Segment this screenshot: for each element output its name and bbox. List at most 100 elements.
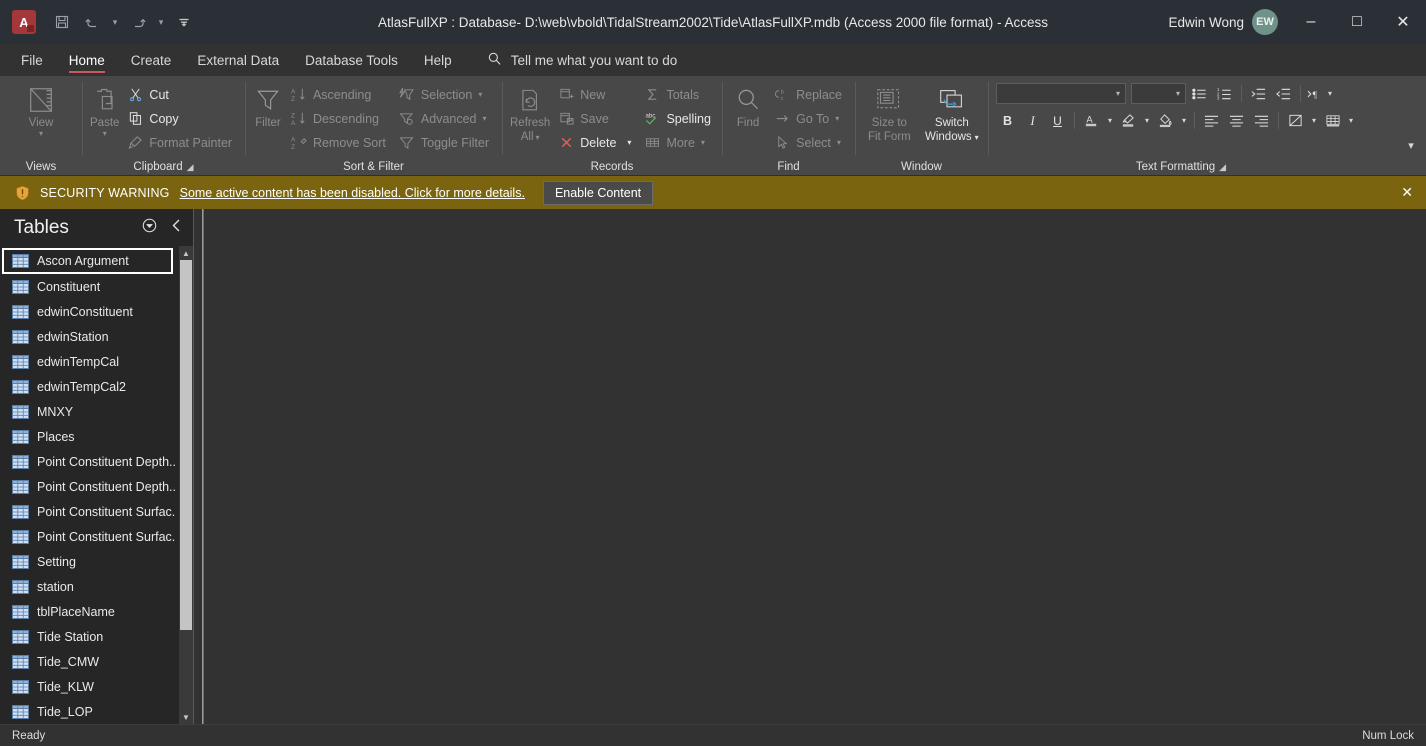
avatar[interactable]: EW bbox=[1252, 9, 1278, 35]
enable-content-button[interactable]: Enable Content bbox=[542, 180, 654, 205]
font-color-icon[interactable]: A bbox=[1080, 109, 1103, 132]
scrollbar-track[interactable] bbox=[179, 260, 193, 710]
highlight-color-dropdown-icon[interactable]: ▾ bbox=[1142, 116, 1152, 125]
close-button[interactable]: ✕ bbox=[1380, 0, 1426, 44]
list-item[interactable]: Setting bbox=[0, 549, 175, 574]
text-direction-icon[interactable]: ¶ bbox=[1306, 82, 1323, 105]
navigation-pane-scrollbar[interactable]: ▲ ▼ bbox=[179, 246, 193, 724]
workspace-area[interactable] bbox=[203, 209, 1426, 724]
list-item[interactable]: Point Constituent Depth... bbox=[0, 449, 175, 474]
numbered-list-icon[interactable]: 1 2 3 bbox=[1213, 82, 1236, 105]
go-to-button[interactable]: Go To ▾ bbox=[768, 107, 847, 130]
font-name-combo[interactable]: ▾ bbox=[996, 83, 1126, 104]
format-painter-button[interactable]: Format Painter bbox=[121, 131, 237, 154]
scroll-down-arrow[interactable]: ▼ bbox=[179, 710, 193, 724]
bold-button[interactable]: B bbox=[996, 109, 1019, 132]
more-button[interactable]: More ▾ bbox=[638, 131, 715, 154]
gridlines-icon[interactable] bbox=[1321, 109, 1344, 132]
security-warning-link[interactable]: Some active content has been disabled. C… bbox=[180, 186, 525, 200]
list-item[interactable]: Tide_CMW bbox=[0, 649, 175, 674]
list-item[interactable]: station bbox=[0, 574, 175, 599]
descending-button[interactable]: Z A Descending bbox=[285, 107, 391, 130]
totals-button[interactable]: Totals bbox=[638, 83, 715, 106]
advanced-dropdown-icon[interactable]: ▾ bbox=[483, 114, 487, 123]
list-item[interactable]: tblPlaceName bbox=[0, 599, 175, 624]
collapse-ribbon-button[interactable]: ▾ bbox=[1400, 135, 1422, 155]
scroll-up-arrow[interactable]: ▲ bbox=[179, 246, 193, 260]
tab-create[interactable]: Create bbox=[118, 44, 185, 76]
underline-button[interactable]: U bbox=[1046, 109, 1069, 132]
align-center-icon[interactable] bbox=[1225, 109, 1248, 132]
ascending-button[interactable]: A Z Ascending bbox=[285, 83, 391, 106]
list-item[interactable]: Tide_KLW bbox=[0, 674, 175, 699]
background-color-icon[interactable] bbox=[1154, 109, 1177, 132]
delete-dropdown-icon[interactable]: ▾ bbox=[627, 138, 631, 147]
list-item[interactable]: edwinStation bbox=[0, 324, 175, 349]
customize-quick-access-toolbar-icon[interactable] bbox=[170, 8, 198, 36]
maximize-button[interactable]: □ bbox=[1334, 0, 1380, 44]
refresh-all-button[interactable]: Refresh All ▾ bbox=[510, 80, 550, 144]
copy-button[interactable]: Copy bbox=[121, 107, 237, 130]
list-item[interactable]: Point Constituent Surfac... bbox=[0, 524, 175, 549]
alternate-row-color-dropdown-icon[interactable]: ▾ bbox=[1309, 116, 1319, 125]
list-item[interactable]: edwinTempCal bbox=[0, 349, 175, 374]
view-dropdown-icon[interactable]: ▾ bbox=[39, 130, 43, 138]
redo-icon[interactable] bbox=[124, 8, 152, 36]
size-to-fit-form-button[interactable]: Size to Fit Form bbox=[863, 80, 916, 144]
alternate-row-color-icon[interactable] bbox=[1284, 109, 1307, 132]
save-icon[interactable] bbox=[48, 8, 76, 36]
undo-icon[interactable] bbox=[78, 8, 106, 36]
list-item[interactable]: Tide_LOP bbox=[0, 699, 175, 724]
view-button[interactable]: View ▾ bbox=[13, 80, 69, 138]
switch-windows-button[interactable]: Switch Windows ▾ bbox=[924, 80, 980, 144]
save-record-button[interactable]: Save bbox=[552, 107, 636, 130]
more-dropdown-icon[interactable]: ▾ bbox=[701, 138, 705, 147]
font-size-combo[interactable]: ▾ bbox=[1131, 83, 1186, 104]
text-direction-dropdown-icon[interactable]: ▾ bbox=[1325, 89, 1335, 98]
chevron-left-icon[interactable] bbox=[170, 218, 183, 238]
tab-external-data[interactable]: External Data bbox=[184, 44, 292, 76]
new-record-button[interactable]: New bbox=[552, 83, 636, 106]
cut-button[interactable]: Cut bbox=[121, 83, 237, 106]
redo-dropdown-icon[interactable]: ▾ bbox=[154, 8, 168, 36]
tab-help[interactable]: Help bbox=[411, 44, 465, 76]
switch-windows-dropdown-icon[interactable]: ▾ bbox=[975, 133, 979, 141]
circled-chevron-down-icon[interactable] bbox=[141, 217, 158, 239]
paste-dropdown-icon[interactable]: ▾ bbox=[103, 130, 107, 138]
list-item[interactable]: Ascon Argument bbox=[2, 248, 173, 274]
text-formatting-dialog-launcher[interactable]: ◢ bbox=[1219, 162, 1226, 172]
align-right-icon[interactable] bbox=[1250, 109, 1273, 132]
tab-database-tools[interactable]: Database Tools bbox=[292, 44, 411, 76]
scrollbar-thumb[interactable] bbox=[180, 260, 192, 630]
list-item[interactable]: Point Constituent Surfac... bbox=[0, 499, 175, 524]
list-item[interactable]: edwinTempCal2 bbox=[0, 374, 175, 399]
minimize-button[interactable]: – bbox=[1288, 0, 1334, 44]
highlight-color-icon[interactable] bbox=[1117, 109, 1140, 132]
spelling-button[interactable]: abc Spelling bbox=[638, 107, 715, 130]
bulleted-list-icon[interactable] bbox=[1188, 82, 1211, 105]
gridlines-dropdown-icon[interactable]: ▾ bbox=[1346, 116, 1356, 125]
background-color-dropdown-icon[interactable]: ▾ bbox=[1179, 116, 1189, 125]
list-item[interactable]: edwinConstituent bbox=[0, 299, 175, 324]
tab-file[interactable]: File bbox=[8, 44, 56, 76]
find-button[interactable]: Find bbox=[730, 80, 766, 130]
clipboard-dialog-launcher[interactable]: ◢ bbox=[187, 162, 194, 172]
italic-button[interactable]: I bbox=[1021, 109, 1044, 132]
list-item[interactable]: MNXY bbox=[0, 399, 175, 424]
list-item[interactable]: Constituent bbox=[0, 274, 175, 299]
advanced-button[interactable]: Advanced ▾ bbox=[393, 107, 494, 130]
font-color-dropdown-icon[interactable]: ▾ bbox=[1105, 116, 1115, 125]
select-dropdown-icon[interactable]: ▾ bbox=[837, 138, 841, 147]
toggle-filter-button[interactable]: Toggle Filter bbox=[393, 131, 494, 154]
list-item[interactable]: Point Constituent Depth... bbox=[0, 474, 175, 499]
select-button[interactable]: Select ▾ bbox=[768, 131, 847, 154]
close-security-bar-button[interactable]: ✕ bbox=[1401, 184, 1413, 201]
navigation-pane-splitter[interactable] bbox=[193, 209, 203, 724]
tab-home[interactable]: Home bbox=[56, 44, 118, 76]
selection-button[interactable]: Selection ▾ bbox=[393, 83, 494, 106]
remove-sort-button[interactable]: A Z Remove Sort bbox=[285, 131, 391, 154]
tell-me-search[interactable]: Tell me what you want to do bbox=[465, 44, 677, 76]
undo-dropdown-icon[interactable]: ▾ bbox=[108, 8, 122, 36]
list-item[interactable]: Places bbox=[0, 424, 175, 449]
list-item[interactable]: Tide Station bbox=[0, 624, 175, 649]
